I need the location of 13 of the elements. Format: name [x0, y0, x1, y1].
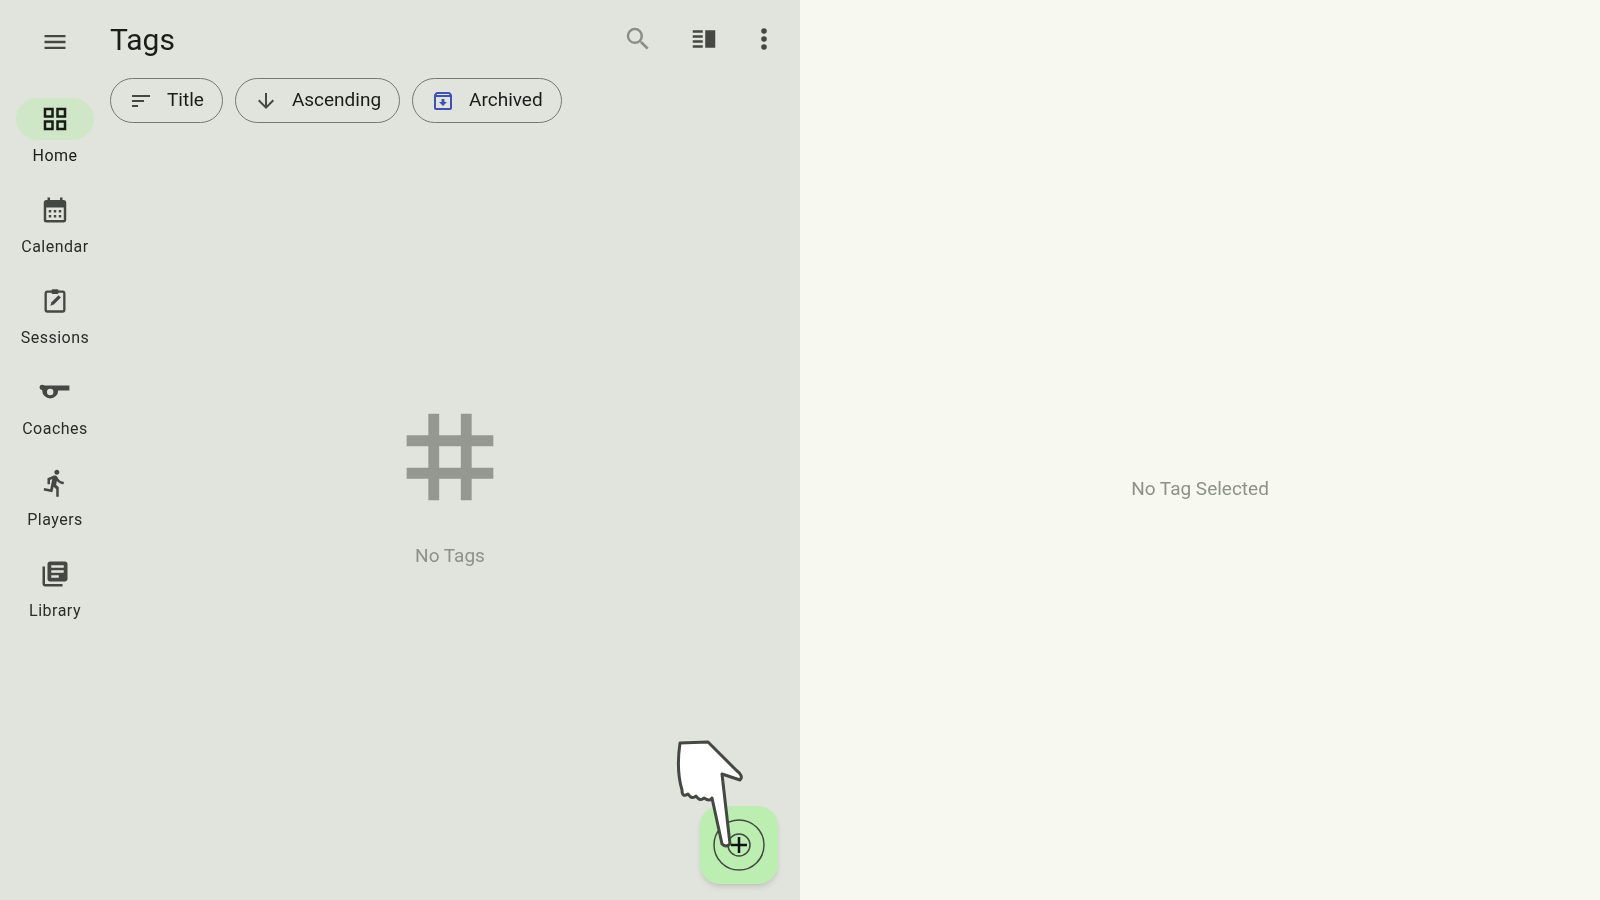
- nav-item[interactable]: Home: [10, 98, 100, 168]
- nav-item[interactable]: Library: [10, 553, 100, 623]
- add-circle-icon: [713, 819, 765, 871]
- more-icon: [761, 28, 767, 50]
- add-button[interactable]: [700, 806, 778, 884]
- library-icon: [40, 559, 70, 589]
- empty-message: No Tags: [415, 543, 485, 570]
- nav-item[interactable]: Sessions: [10, 280, 100, 350]
- nav-item[interactable]: Calendar: [10, 189, 100, 259]
- nav-item[interactable]: Players: [10, 462, 100, 532]
- page-title: Tags: [110, 20, 176, 59]
- nav-item[interactable]: Coaches: [10, 371, 100, 441]
- no-selection-message: No Tag Selected: [1131, 475, 1269, 502]
